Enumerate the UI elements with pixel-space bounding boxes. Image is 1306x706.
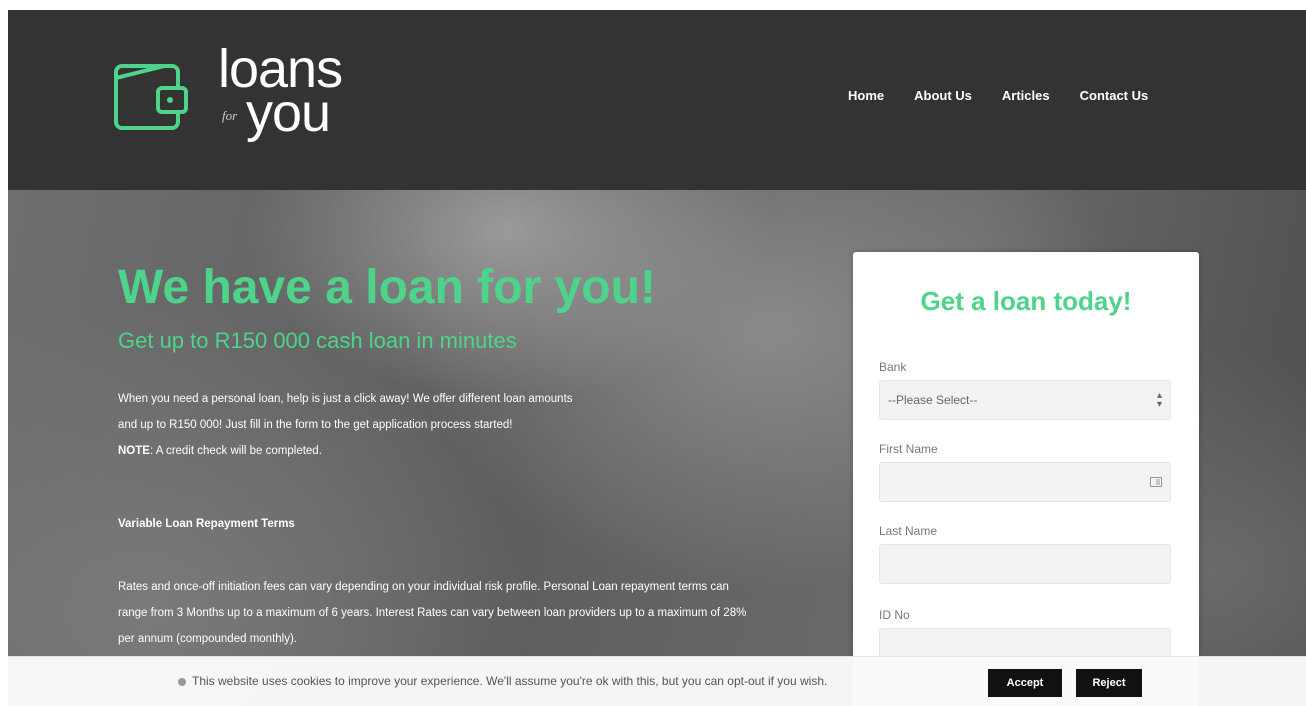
site-header: loans for you Home About Us Articles Con…: [8, 10, 1306, 190]
note-line: NOTE: A credit check will be completed.: [118, 438, 758, 464]
section-body: Rates and once-off initiation fees can v…: [118, 581, 747, 645]
select-arrows-icon: ▴ ▾: [1156, 390, 1162, 410]
section-heading: Variable Loan Repayment Terms: [118, 518, 295, 530]
bank-select-value: --Please Select--: [888, 393, 978, 407]
intro-line-2: and up to R150 000! Just fill in the for…: [118, 419, 513, 431]
hero-intro: When you need a personal loan, help is j…: [118, 386, 758, 464]
cookie-message: This website uses cookies to improve you…: [192, 674, 828, 688]
accept-cookies-button[interactable]: Accept: [988, 669, 1062, 697]
autofill-card-icon: [1150, 477, 1162, 487]
last-name-label: Last Name: [879, 524, 938, 538]
site-logo[interactable]: loans for you: [112, 39, 372, 154]
reject-cookies-button[interactable]: Reject: [1076, 669, 1142, 697]
cookie-consent-bar: This website uses cookies to improve you…: [8, 656, 1306, 706]
main-nav: Home About Us Articles Contact Us: [848, 88, 1148, 103]
form-title: Get a loan today!: [920, 286, 1132, 316]
intro-line-1: When you need a personal loan, help is j…: [118, 393, 573, 405]
first-name-field[interactable]: [879, 462, 1171, 502]
logo-for-text: for: [222, 108, 238, 123]
last-name-field[interactable]: [879, 544, 1171, 584]
page-frame: loans for you Home About Us Articles Con…: [8, 10, 1306, 706]
note-label: NOTE: [118, 445, 150, 457]
hero-title: We have a loan for you!: [118, 261, 656, 314]
loan-form-card: Get a loan today! Bank --Please Select--…: [853, 252, 1199, 706]
wallet-icon: [114, 64, 188, 130]
hero-subtitle: Get up to R150 000 cash loan in minutes: [118, 328, 517, 353]
bank-label: Bank: [879, 360, 907, 374]
first-name-label: First Name: [879, 442, 938, 456]
nav-contact-us[interactable]: Contact Us: [1080, 88, 1149, 103]
nav-articles[interactable]: Articles: [1002, 88, 1050, 103]
note-text: : A credit check will be completed.: [149, 445, 322, 457]
logo-you-text: you: [246, 83, 331, 143]
bank-select[interactable]: --Please Select-- ▴ ▾: [879, 380, 1171, 420]
id-no-label: ID No: [879, 608, 910, 622]
cookie-bullet-icon: [178, 678, 186, 686]
nav-home[interactable]: Home: [848, 88, 884, 103]
nav-about-us[interactable]: About Us: [914, 88, 972, 103]
